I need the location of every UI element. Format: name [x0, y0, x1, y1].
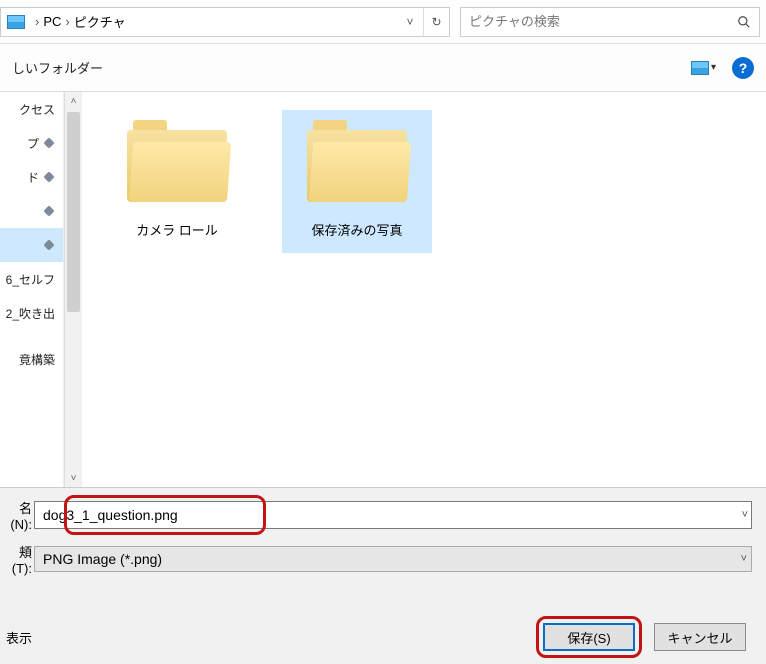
sidebar-scrollbar[interactable]: ˄ ˅: [64, 92, 82, 487]
filename-input[interactable]: [34, 501, 752, 529]
scroll-down-icon[interactable]: ˅: [65, 469, 82, 487]
sidebar-item[interactable]: [0, 194, 63, 228]
folder-camera-roll[interactable]: カメラ ロール: [102, 110, 252, 253]
view-options-button[interactable]: ▾: [691, 61, 716, 75]
refresh-icon[interactable]: ↻: [423, 8, 449, 36]
sidebar-item-current[interactable]: [0, 228, 63, 262]
sidebar-item[interactable]: ド: [0, 160, 63, 194]
chevron-down-icon: ˅: [741, 553, 747, 565]
chevron-right-icon: ›: [35, 14, 39, 29]
annotation-ring: 保存(S): [536, 616, 642, 658]
save-button[interactable]: 保存(S): [543, 623, 635, 651]
sidebar-item[interactable]: 2_吹き出: [0, 296, 63, 330]
chevron-right-icon: ›: [65, 14, 69, 29]
pictures-library-icon: [7, 15, 25, 29]
chevron-down-icon[interactable]: ˅: [742, 509, 748, 521]
pin-icon: [43, 205, 55, 217]
folder-label: 保存済みの写真: [286, 220, 428, 239]
cancel-button[interactable]: キャンセル: [654, 623, 746, 651]
folder-label: カメラ ロール: [106, 220, 248, 239]
sidebar-item[interactable]: プ: [0, 126, 63, 160]
hide-folders-toggle[interactable]: 表示: [0, 628, 32, 647]
breadcrumb-pc[interactable]: PC: [43, 14, 61, 29]
folder-icon: [127, 120, 227, 202]
help-icon[interactable]: ?: [732, 57, 754, 79]
address-history-dropdown[interactable]: ˅: [397, 8, 423, 36]
filetype-label: 頬(T):: [0, 542, 34, 576]
thumbnail-icon: [691, 61, 709, 75]
pin-icon: [43, 171, 55, 183]
sidebar-item-quick-access[interactable]: クセス: [0, 92, 63, 126]
pin-icon: [43, 137, 55, 149]
scroll-up-icon[interactable]: ˄: [65, 92, 82, 110]
search-icon[interactable]: [729, 8, 759, 36]
folder-content-area[interactable]: カメラ ロール 保存済みの写真: [82, 92, 766, 487]
filetype-value: PNG Image (*.png): [43, 551, 162, 567]
search-box[interactable]: [460, 7, 760, 37]
address-bar[interactable]: › PC › ピクチャ ˅ ↻: [0, 7, 450, 37]
folder-icon: [307, 120, 407, 202]
search-input[interactable]: [461, 14, 729, 29]
filename-label: 名(N):: [0, 498, 34, 532]
new-folder-button[interactable]: しいフォルダー: [12, 58, 103, 77]
scrollbar-thumb[interactable]: [67, 112, 80, 312]
sidebar-item[interactable]: 6_セルフ: [0, 262, 63, 296]
sidebar-item[interactable]: 竟構築: [0, 342, 63, 376]
breadcrumb-folder[interactable]: ピクチャ: [74, 12, 126, 31]
filetype-select[interactable]: PNG Image (*.png) ˅: [34, 546, 752, 572]
navigation-sidebar: クセス プ ド 6_セルフ 2_吹き出 竟構築: [0, 92, 64, 487]
pin-icon: [43, 239, 55, 251]
folder-saved-pictures[interactable]: 保存済みの写真: [282, 110, 432, 253]
